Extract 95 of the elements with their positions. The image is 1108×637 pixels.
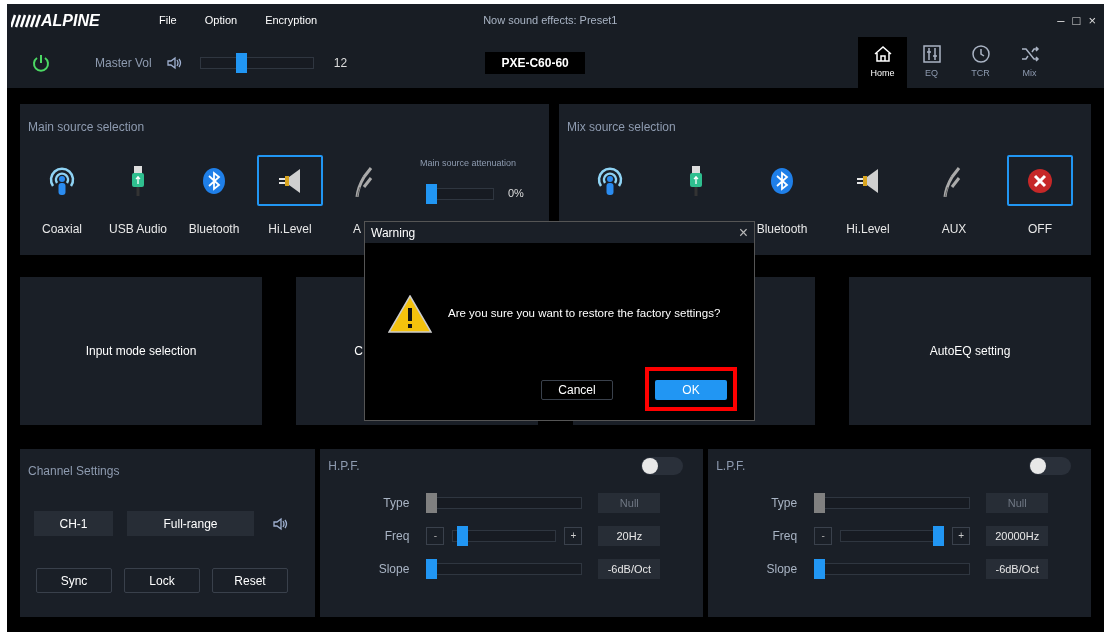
panel-title: Channel Settings	[28, 464, 120, 478]
slider-thumb[interactable]	[457, 526, 468, 546]
value-display: 20Hz	[598, 526, 661, 546]
plus-button[interactable]: +	[564, 527, 583, 545]
speaker-icon	[277, 167, 303, 194]
power-icon[interactable]	[31, 52, 51, 73]
panel-title: H.P.F.	[328, 458, 360, 475]
minus-button[interactable]: -	[814, 527, 833, 545]
slider[interactable]	[426, 183, 494, 204]
volume-reading: 12	[333, 54, 348, 72]
warning-icon	[388, 295, 432, 333]
window-title: Now sound effects: Preset1	[483, 13, 618, 29]
broadcast-icon	[596, 165, 624, 196]
menu-item[interactable]: Encryption	[265, 12, 318, 29]
window-control[interactable]: □	[1072, 14, 1081, 27]
dialog-button[interactable]: Cancel	[541, 380, 613, 400]
attenuation-reading: 0%	[508, 186, 524, 202]
speaker-icon	[855, 167, 881, 194]
plus-button[interactable]: +	[952, 527, 971, 545]
broadcast-icon	[48, 165, 76, 196]
row-label: Slope	[377, 561, 410, 578]
value-display: 20000Hz	[986, 526, 1049, 546]
source-label: USB Audio	[108, 222, 167, 236]
channel-button[interactable]: Sync	[36, 568, 112, 593]
row-label: Type	[382, 495, 410, 512]
slider[interactable]	[426, 559, 583, 579]
usb-icon	[131, 165, 145, 196]
slider[interactable]	[814, 493, 971, 513]
toggle-switch[interactable]	[641, 457, 684, 475]
source-label: Coaxial	[42, 222, 82, 236]
row-label: Type	[770, 495, 798, 512]
row-label: Slope	[765, 561, 798, 578]
nav-tab[interactable]: Home	[858, 37, 907, 88]
panel-title: Main source selection	[28, 120, 145, 134]
attenuation-label: Main source attenuation	[420, 157, 518, 170]
range-selector[interactable]: Full-range	[127, 511, 254, 536]
source-label: Bluetooth	[188, 222, 240, 236]
source-option[interactable]	[1007, 155, 1073, 206]
home-icon	[872, 44, 893, 65]
value-display: -6dB/Oct	[986, 559, 1049, 579]
slider[interactable]	[426, 493, 583, 513]
menu-item[interactable]: File	[159, 12, 177, 29]
window-control[interactable]: –	[1057, 14, 1065, 27]
slider-thumb[interactable]	[235, 52, 247, 73]
value-display: Null	[598, 493, 661, 513]
panel-title: Mix source selection	[567, 120, 676, 134]
slider[interactable]	[814, 559, 971, 579]
channel-selector[interactable]: CH-1	[34, 511, 113, 536]
row-label: Freq	[383, 528, 410, 545]
toggle-switch[interactable]	[1029, 457, 1071, 475]
device-name: PXE-C60-60	[485, 51, 586, 74]
menu-item[interactable]: Option	[204, 12, 238, 29]
slider-thumb[interactable]	[814, 559, 826, 579]
source-option[interactable]	[257, 155, 323, 206]
bluetooth-icon	[770, 166, 794, 195]
dialog-title: Warning	[371, 224, 416, 242]
usb-icon	[689, 165, 703, 196]
source-label: Hi.Level	[846, 222, 890, 236]
logo-stripes-icon	[11, 13, 41, 28]
card-label: C	[354, 343, 363, 360]
equalizer-icon	[921, 44, 942, 65]
value-display: Null	[986, 493, 1049, 513]
slider[interactable]	[199, 52, 314, 73]
source-label: Hi.Level	[268, 222, 312, 236]
source-label: Bluetooth	[756, 222, 808, 236]
card-label: Input mode selection	[84, 343, 198, 360]
minus-button[interactable]: -	[426, 527, 445, 545]
nav-tab[interactable]: EQ	[907, 37, 956, 88]
card-label: AutoEQ setting	[928, 343, 1012, 360]
slider-thumb[interactable]	[933, 526, 945, 546]
nav-tab[interactable]: TCR	[956, 37, 1005, 88]
bluetooth-icon	[202, 166, 226, 195]
master-volume-label: Master Vol	[95, 54, 152, 72]
settings-card[interactable]: AutoEQ setting	[849, 277, 1091, 425]
source-label: AUX	[941, 222, 967, 236]
channel-button[interactable]: Reset	[212, 568, 288, 593]
slider-thumb[interactable]	[426, 183, 437, 204]
close-button[interactable]: ×	[738, 224, 748, 241]
channel-button[interactable]: Lock	[124, 568, 200, 593]
speaker-icon[interactable]	[272, 515, 288, 532]
speaker-icon[interactable]	[165, 54, 182, 71]
value-display: -6dB/Oct	[598, 559, 661, 579]
dialog-message: Are you sure you want to restore the factory settings?	[448, 306, 721, 322]
row-label: Freq	[771, 528, 798, 545]
clock-icon	[970, 44, 991, 65]
settings-card[interactable]: Input mode selection	[20, 277, 262, 425]
nav-tab[interactable]: Mix	[1005, 37, 1054, 88]
window-control[interactable]: ×	[1088, 14, 1096, 27]
slider[interactable]	[452, 526, 557, 546]
panel-title: L.P.F.	[716, 458, 746, 475]
off-icon	[1027, 167, 1053, 194]
source-label: OFF	[1028, 222, 1052, 236]
logo: ALPINE	[41, 12, 100, 29]
slider[interactable]	[840, 526, 945, 546]
slider-thumb[interactable]	[426, 559, 438, 579]
